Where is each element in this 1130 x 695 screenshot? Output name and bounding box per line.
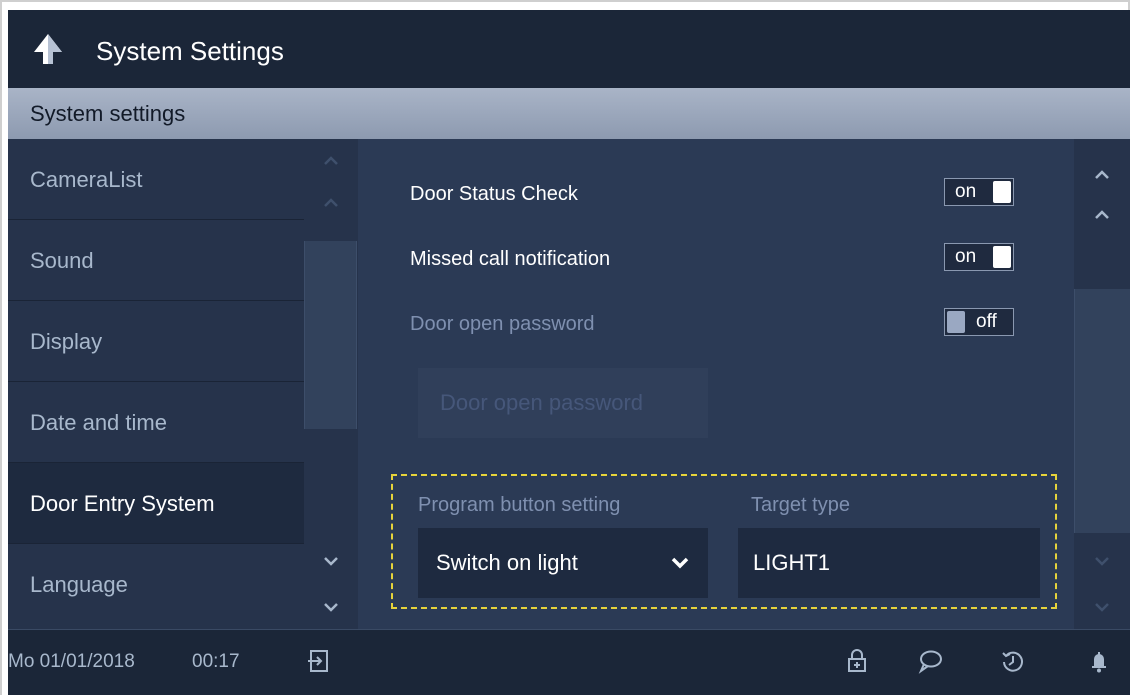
settings-panel: Door Status Check on Missed call notific… — [358, 139, 1074, 629]
chevron-down-icon — [671, 557, 689, 569]
outer-border-left — [0, 0, 2, 695]
title-bar: System Settings — [8, 10, 1130, 88]
toggle-state: off — [976, 311, 997, 332]
sidebar-item-sound[interactable]: Sound — [8, 220, 304, 301]
lock-icon[interactable] — [844, 648, 870, 674]
program-button-dropdown[interactable]: Switch on light — [418, 528, 708, 598]
target-type-label: Target type — [751, 494, 850, 516]
app-window: System Settings System settings CameraLi… — [8, 10, 1130, 695]
exit-icon[interactable] — [306, 648, 332, 674]
page-title: System Settings — [96, 36, 284, 66]
toggle-knob — [993, 246, 1011, 268]
status-bar: Mo 01/01/2018 00:17 — [8, 629, 1130, 695]
chevron-down-icon[interactable] — [1094, 553, 1110, 569]
sidebar-item-label: Sound — [30, 248, 94, 273]
status-time: 00:17 — [192, 651, 240, 672]
sidebar-item-door-entry-system[interactable]: Door Entry System — [8, 463, 304, 544]
sidebar-item-label: Door Entry System — [30, 491, 215, 516]
sidebar-item-label: Display — [30, 329, 103, 354]
toggle-state: on — [955, 246, 977, 267]
history-icon[interactable] — [1000, 648, 1026, 674]
section-header: System settings — [8, 88, 1130, 139]
door-open-password-label: Door open password — [410, 313, 595, 335]
toggle-state: on — [955, 181, 977, 202]
scrollbar-thumb[interactable] — [1074, 289, 1130, 533]
outer-border-top — [0, 0, 1130, 2]
door-status-check-label: Door Status Check — [410, 183, 578, 205]
section-title: System settings — [30, 101, 186, 126]
missed-call-toggle[interactable]: on — [944, 243, 1014, 271]
target-type-field[interactable]: LIGHT1 — [738, 528, 1040, 598]
sidebar-item-label: CameraList — [30, 167, 143, 192]
sidebar-item-language[interactable]: Language — [8, 544, 304, 625]
chevron-down-icon[interactable] — [1094, 599, 1110, 615]
sidebar-item-display[interactable]: Display — [8, 301, 304, 382]
sidebar-item-label: Date and time — [30, 410, 167, 435]
sidebar-item-cameralist[interactable]: CameraList — [8, 139, 304, 220]
chevron-up-icon[interactable] — [323, 153, 339, 169]
sidebar-item-label: Language — [30, 572, 128, 597]
sidebar-item-date-and-time[interactable]: Date and time — [8, 382, 304, 463]
target-type-value: LIGHT1 — [753, 550, 831, 575]
chevron-up-icon[interactable] — [1094, 167, 1110, 183]
door-open-password-toggle[interactable]: off — [944, 308, 1014, 336]
missed-call-label: Missed call notification — [410, 248, 611, 270]
chevron-down-icon[interactable] — [323, 553, 339, 569]
scrollbar-thumb[interactable] — [304, 241, 357, 429]
program-button-setting-label: Program button setting — [418, 494, 621, 516]
chevron-up-icon[interactable] — [1094, 207, 1110, 223]
toggle-knob — [947, 311, 965, 333]
chevron-down-icon[interactable] — [323, 599, 339, 615]
status-date: Mo 01/01/2018 — [8, 651, 135, 672]
bell-icon[interactable] — [1086, 648, 1112, 674]
message-icon[interactable] — [917, 648, 943, 674]
chevron-up-icon[interactable] — [323, 195, 339, 211]
button-label: Door open password — [440, 390, 644, 415]
back-arrow-icon[interactable] — [32, 32, 64, 66]
dropdown-value: Switch on light — [436, 550, 578, 575]
sidebar: CameraList Sound Display Date and time D… — [8, 139, 304, 629]
toggle-knob — [993, 181, 1011, 203]
content-scrollbar[interactable] — [1074, 139, 1130, 629]
door-status-check-toggle[interactable]: on — [944, 178, 1014, 206]
door-open-password-button[interactable]: Door open password — [418, 368, 708, 438]
sidebar-scrollbar[interactable] — [304, 139, 358, 629]
